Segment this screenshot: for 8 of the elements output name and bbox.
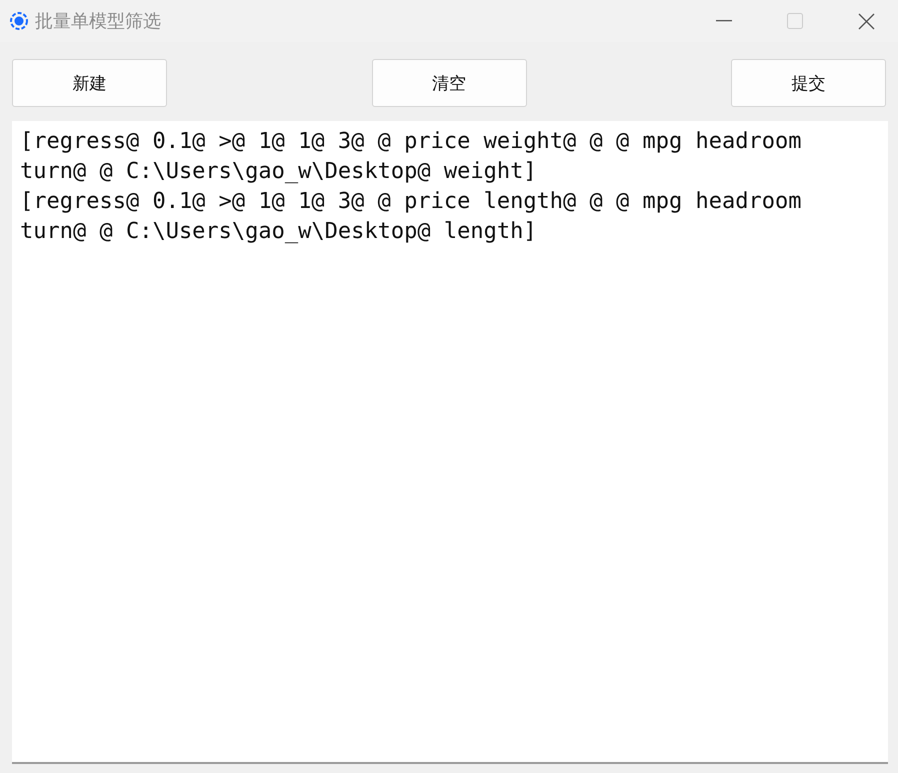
app-icon bbox=[9, 11, 29, 31]
action-button[interactable]: 清空 bbox=[372, 59, 526, 107]
close-icon[interactable] bbox=[858, 12, 875, 30]
window-title: 批量单模型筛选 bbox=[35, 10, 161, 33]
action-button[interactable]: 新建 bbox=[12, 59, 167, 107]
action-button[interactable]: 提交 bbox=[731, 59, 886, 107]
minimize-icon[interactable] bbox=[716, 20, 732, 22]
text-area[interactable]: [regress@ 0.1@ >@ 1@ 1@ 3@ @ price weight@ @ @ mpg headroom turn@ @ C:\Users\gao_w\Desktop@ weight] [regress@ 0.1@ >@ 1@ 1@ 3@ @ price length@ @ @ mpg headroom turn@ @ C:\Users\gao_w\Desktop@ length] bbox=[12, 121, 888, 764]
